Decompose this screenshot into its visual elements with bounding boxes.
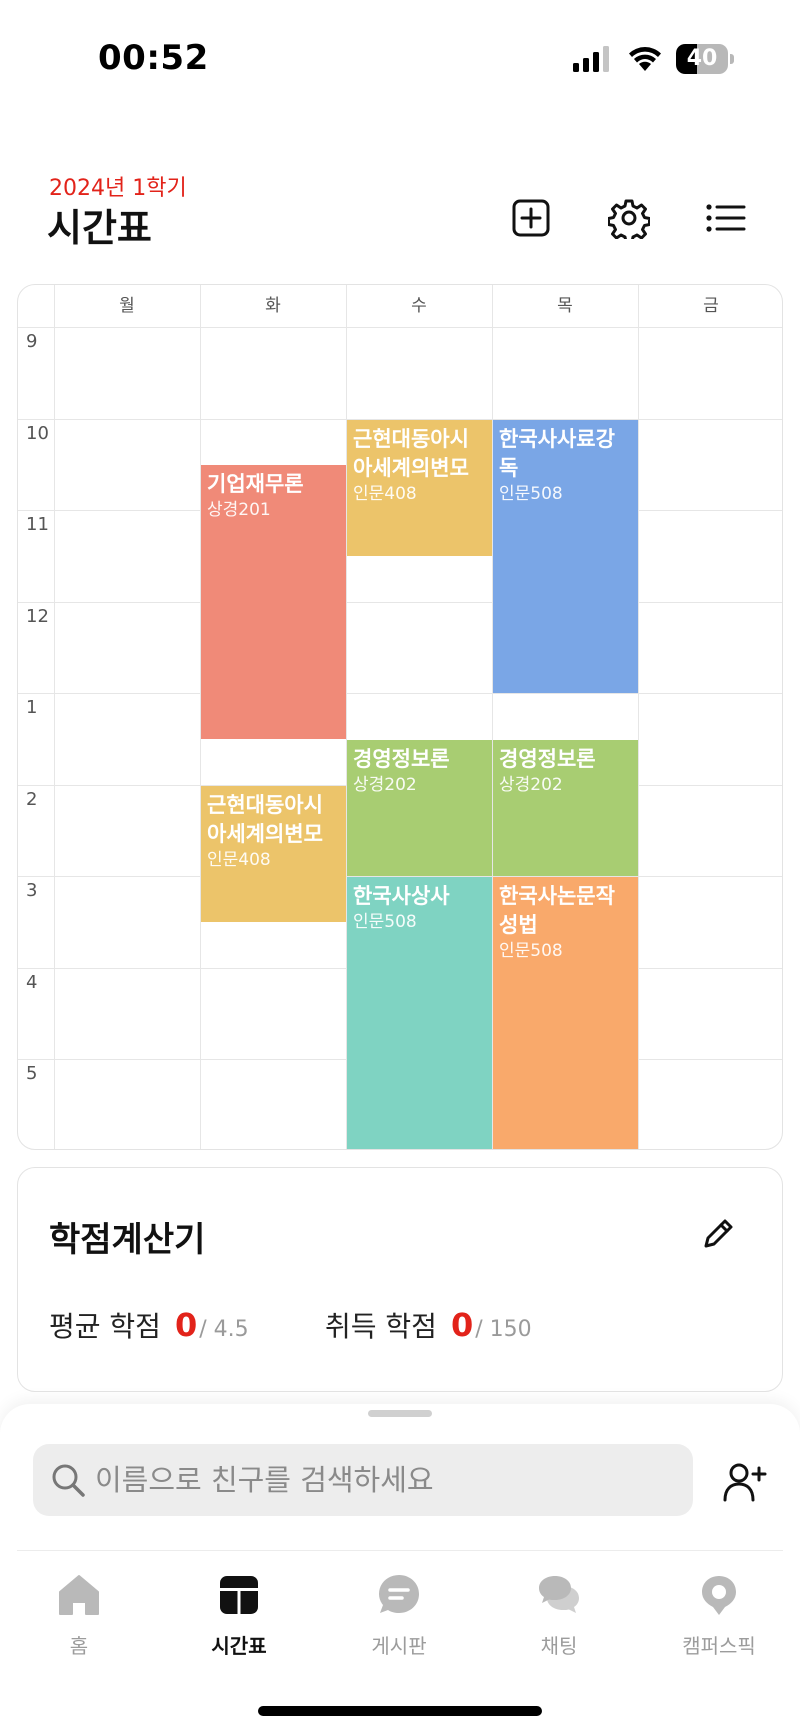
- course-title: 근현대동아시아세계의변모: [353, 426, 469, 480]
- tab-chat[interactable]: 채팅: [499, 1572, 619, 1672]
- course-block[interactable]: 근현대동아시아세계의변모인문408: [347, 419, 492, 556]
- day-header: 화: [265, 296, 281, 316]
- earned-credit-label: 취득 학점: [325, 1310, 437, 1343]
- average-credit-value: 0: [174, 1306, 198, 1344]
- course-title: 근현대동아시아세계의변모: [207, 792, 323, 846]
- course-block[interactable]: 한국사상사인문508: [347, 877, 492, 1149]
- hour-label: 4: [26, 971, 38, 993]
- campuspick-icon: [702, 1576, 736, 1615]
- add-friend-icon[interactable]: [721, 1458, 769, 1506]
- sheet-divider: [17, 1550, 783, 1551]
- search-icon: [52, 1464, 85, 1497]
- signal-icon: [573, 46, 609, 72]
- friend-search-input[interactable]: [95, 1444, 675, 1516]
- tab-board[interactable]: 게시판: [339, 1572, 459, 1672]
- course-block[interactable]: 경영정보론상경202: [347, 739, 492, 876]
- average-credit-max: / 4.5: [199, 1317, 249, 1342]
- day-header: 수: [411, 296, 427, 316]
- chat-icon: [539, 1576, 579, 1613]
- wifi-icon: [629, 47, 661, 71]
- sheet-grabber[interactable]: [368, 1410, 432, 1417]
- average-credit-label: 평균 학점: [49, 1310, 161, 1343]
- course-title: 경영정보론: [353, 746, 450, 771]
- hour-label: 11: [26, 514, 49, 535]
- credit-calculator-title: 학점계산기: [49, 1220, 206, 1260]
- tab-home-label: 홈: [69, 1634, 89, 1658]
- hour-label: 1: [26, 697, 38, 718]
- course-room: 인문508: [499, 941, 563, 961]
- add-timetable-button[interactable]: [507, 194, 555, 242]
- day-header: 금: [703, 296, 719, 316]
- tab-chat-label: 채팅: [540, 1634, 578, 1658]
- course-title: 경영정보론: [499, 746, 596, 771]
- battery-level: 40: [686, 46, 718, 71]
- page-title: 시간표: [47, 206, 152, 250]
- tab-campuspick-label: 캠퍼스픽: [682, 1634, 756, 1658]
- course-title: 한국사논문작성법: [499, 884, 615, 937]
- course-room: 상경202: [353, 774, 417, 795]
- board-icon: [379, 1575, 419, 1613]
- course-block[interactable]: 경영정보론상경202: [493, 739, 638, 876]
- battery-icon: 40: [676, 44, 734, 74]
- gear-icon: [608, 199, 650, 239]
- settings-button[interactable]: [605, 194, 653, 242]
- tab-timetable-label: 시간표: [211, 1634, 267, 1658]
- timetable-grid[interactable]: 월 화 수 목 금 9 10 11 12 1 2 3 4 5 기업재무론 상경201 근현대동아시아세계의변모 인…: [17, 284, 783, 1150]
- course-title: 한국사사료강독: [499, 426, 615, 480]
- average-credit: 평균 학점 0/ 4.5: [49, 1305, 249, 1345]
- hour-label: 9: [26, 331, 38, 352]
- pencil-icon[interactable]: [698, 1214, 738, 1254]
- home-indicator: [258, 1706, 542, 1716]
- earned-credit-max: / 150: [475, 1317, 532, 1342]
- friend-search-box[interactable]: [33, 1444, 693, 1516]
- hour-label: 12: [26, 605, 49, 627]
- course-room: 상경202: [499, 774, 563, 795]
- hour-label: 3: [26, 880, 38, 901]
- timetable-list-button[interactable]: [701, 194, 749, 242]
- tab-campuspick[interactable]: 캠퍼스픽: [659, 1572, 779, 1672]
- timetable-icon: [220, 1576, 258, 1614]
- credit-calculator-card[interactable]: 학점계산기 평균 학점 0/ 4.5 취득 학점 0/ 150: [17, 1167, 783, 1392]
- earned-credit-value: 0: [450, 1306, 474, 1344]
- course-block[interactable]: 근현대동아시아세계의변모인문408: [201, 785, 346, 922]
- day-header: 월: [119, 296, 135, 316]
- earned-credit: 취득 학점 0/ 150: [325, 1305, 532, 1345]
- hour-label: 10: [26, 422, 49, 444]
- course-title: 기업재무론: [207, 472, 304, 497]
- friend-sheet: 홈 시간표 게시판 채팅 캠퍼스픽: [0, 1404, 800, 1735]
- hour-label: 5: [26, 1063, 38, 1084]
- list-icon: [706, 204, 746, 232]
- add-icon: [512, 199, 550, 237]
- course-block[interactable]: 한국사논문작성법인문508: [493, 877, 638, 1149]
- home-icon: [59, 1575, 99, 1615]
- status-bar: 00:52 40: [0, 0, 800, 120]
- day-header: 목: [557, 296, 573, 316]
- course-room: 인문508: [353, 912, 417, 932]
- course-block[interactable]: 한국사사료강독인문508: [493, 419, 638, 693]
- hour-label: 2: [26, 788, 38, 810]
- course-room: 인문408: [353, 483, 417, 504]
- status-time: 00:52: [98, 38, 209, 78]
- tab-home[interactable]: 홈: [19, 1572, 139, 1672]
- tab-board-label: 게시판: [371, 1634, 427, 1658]
- course-title: 한국사상사: [353, 884, 450, 908]
- course-room: 인문508: [499, 483, 563, 504]
- course-room: 상경201: [207, 500, 271, 521]
- tab-timetable[interactable]: 시간표: [179, 1572, 299, 1672]
- course-room: 인문408: [207, 849, 271, 870]
- course-block[interactable]: 기업재무론상경201: [201, 465, 346, 739]
